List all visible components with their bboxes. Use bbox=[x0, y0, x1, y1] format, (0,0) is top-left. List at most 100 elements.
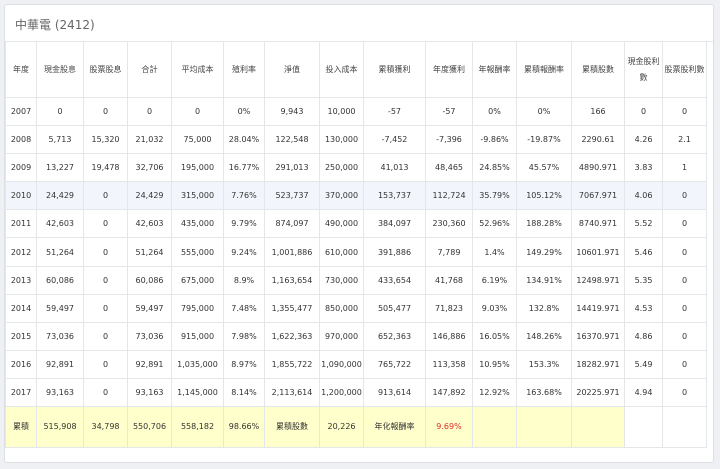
table-cell: 0 bbox=[171, 96, 224, 127]
table-cell: 16370.971 bbox=[571, 321, 625, 351]
table-cell: 915,000 bbox=[171, 321, 224, 351]
column-header[interactable]: 平均成本 bbox=[171, 41, 224, 98]
table-cell: 153.3% bbox=[516, 349, 572, 379]
column-header[interactable]: 股票股利數 bbox=[662, 41, 707, 98]
table-cell: -57 bbox=[363, 96, 426, 127]
table-cell: 0 bbox=[83, 321, 128, 351]
table-cell: 435,000 bbox=[171, 209, 224, 239]
table-cell: 610,000 bbox=[319, 237, 364, 267]
column-header[interactable]: 殖利率 bbox=[223, 41, 265, 98]
table-cell: 433,654 bbox=[363, 265, 426, 295]
table-cell: 315,000 bbox=[171, 181, 224, 211]
table-cell: 0 bbox=[662, 321, 707, 351]
summary-empty-cell bbox=[516, 406, 572, 449]
table-cell: 10,000 bbox=[319, 96, 364, 127]
table-cell: 0 bbox=[662, 293, 707, 323]
summary-empty-cell bbox=[571, 406, 625, 449]
table-cell: 16.77% bbox=[223, 153, 265, 183]
table-cell: 0 bbox=[624, 96, 663, 127]
column-header[interactable]: 股票股息 bbox=[83, 41, 128, 98]
summary-return-label: 年化報酬率 bbox=[363, 406, 426, 449]
column-header[interactable]: 年度 bbox=[5, 41, 37, 98]
table-cell: 765,722 bbox=[363, 349, 426, 379]
table-cell: 112,724 bbox=[425, 181, 473, 211]
table-cell: 60,086 bbox=[36, 265, 84, 295]
table-cell: 166 bbox=[571, 96, 625, 127]
table-cell: 24,429 bbox=[127, 181, 172, 211]
table-cell: -57 bbox=[425, 96, 473, 127]
table-cell: 0 bbox=[36, 96, 84, 127]
table-cell: 21,032 bbox=[127, 125, 172, 155]
table-cell: 32,706 bbox=[127, 153, 172, 183]
table-cell: 48,465 bbox=[425, 153, 473, 183]
table-row: 2010 24,429 0 24,429 315,000 7.76% 523,737 370,… bbox=[5, 181, 707, 211]
table-cell: 105.12% bbox=[516, 181, 572, 211]
column-header[interactable]: 淨值 bbox=[264, 41, 320, 98]
table-cell: 0 bbox=[662, 209, 707, 239]
table-cell: 0% bbox=[516, 96, 572, 127]
column-header[interactable]: 累積獲利 bbox=[363, 41, 426, 98]
table-row: 2008 5,713 15,320 21,032 75,000 28.04% 122,548… bbox=[5, 125, 707, 155]
table-cell: 113,358 bbox=[425, 349, 473, 379]
table-cell: 75,000 bbox=[171, 125, 224, 155]
table-cell: 2007 bbox=[5, 96, 37, 127]
table-cell: 0 bbox=[662, 349, 707, 379]
column-header[interactable]: 投入成本 bbox=[319, 41, 364, 98]
column-header[interactable]: 現金股息 bbox=[36, 41, 84, 98]
table-cell: 163.68% bbox=[516, 377, 572, 408]
summary-shares: 20,226 bbox=[319, 406, 364, 449]
summary-empty-cell bbox=[472, 406, 517, 449]
table-cell: 73,036 bbox=[127, 321, 172, 351]
summary-stock: 34,798 bbox=[83, 406, 128, 449]
table-cell: 652,363 bbox=[363, 321, 426, 351]
table-cell: 230,360 bbox=[425, 209, 473, 239]
table-cell: 148.26% bbox=[516, 321, 572, 351]
table-cell: 795,000 bbox=[171, 293, 224, 323]
table-cell: 391,886 bbox=[363, 237, 426, 267]
table-cell: 3.83 bbox=[624, 153, 663, 183]
column-header[interactable]: 累積股數 bbox=[571, 41, 625, 98]
table-cell: 1,355,477 bbox=[264, 293, 320, 323]
column-header[interactable]: 年度獲利 bbox=[425, 41, 473, 98]
column-header[interactable]: 合計 bbox=[127, 41, 172, 98]
table-cell: 19,478 bbox=[83, 153, 128, 183]
table-cell: 1,855,722 bbox=[264, 349, 320, 379]
table-cell: 2010 bbox=[5, 181, 37, 211]
table-cell: 9.03% bbox=[472, 293, 517, 323]
table-cell: 4.53 bbox=[624, 293, 663, 323]
table-cell: 41,013 bbox=[363, 153, 426, 183]
table-cell: 1,145,000 bbox=[171, 377, 224, 408]
table-cell: 4.06 bbox=[624, 181, 663, 211]
summary-shares-label: 累積股數 bbox=[264, 406, 320, 449]
table-cell: -7,452 bbox=[363, 125, 426, 155]
table-cell: 7.76% bbox=[223, 181, 265, 211]
table-cell: 146,886 bbox=[425, 321, 473, 351]
table-cell: 2,113,614 bbox=[264, 377, 320, 408]
table-cell: 52.96% bbox=[472, 209, 517, 239]
table-cell: 0 bbox=[83, 293, 128, 323]
table-cell: 153,737 bbox=[363, 181, 426, 211]
table-cell: 0 bbox=[662, 181, 707, 211]
table-cell: 2.1 bbox=[662, 125, 707, 155]
table-cell: 14419.971 bbox=[571, 293, 625, 323]
table-cell: 132.8% bbox=[516, 293, 572, 323]
table-cell: 92,891 bbox=[36, 349, 84, 379]
column-header[interactable]: 累積報酬率 bbox=[516, 41, 572, 98]
dividend-table: 年度 現金股息 股票股息 合計 平均成本 殖利率 淨值 投入成本 累積獲利 年度獲利 年報酬率 累積報… bbox=[5, 41, 707, 449]
table-cell: 384,097 bbox=[363, 209, 426, 239]
table-cell: 60,086 bbox=[127, 265, 172, 295]
table-cell: 490,000 bbox=[319, 209, 364, 239]
table-cell: 12498.971 bbox=[571, 265, 625, 295]
table-cell: 730,000 bbox=[319, 265, 364, 295]
table-cell: 71,823 bbox=[425, 293, 473, 323]
table-cell: 7.98% bbox=[223, 321, 265, 351]
column-header[interactable]: 年報酬率 bbox=[472, 41, 517, 98]
column-header[interactable]: 現金股利數 bbox=[624, 41, 663, 98]
table-cell: 0 bbox=[83, 209, 128, 239]
table-cell: 93,163 bbox=[127, 377, 172, 408]
table-cell: 8.9% bbox=[223, 265, 265, 295]
table-cell: 5.52 bbox=[624, 209, 663, 239]
table-cell: 0 bbox=[662, 377, 707, 408]
table-cell: 24,429 bbox=[36, 181, 84, 211]
table-cell: -19.87% bbox=[516, 125, 572, 155]
